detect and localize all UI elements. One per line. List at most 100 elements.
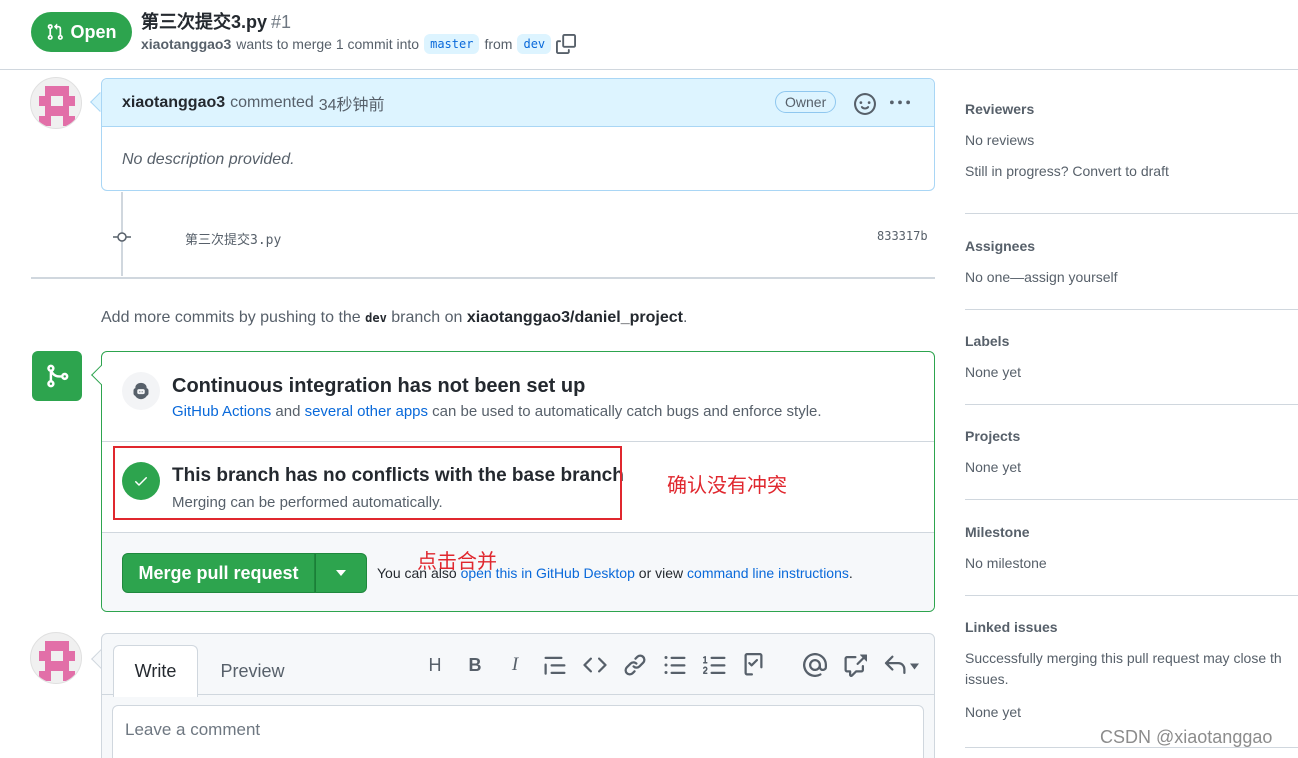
comment-action: commented bbox=[230, 93, 314, 111]
code-icon[interactable] bbox=[583, 653, 607, 677]
cross-reference-icon[interactable] bbox=[843, 653, 867, 677]
sidebar-divider bbox=[965, 499, 1298, 500]
other-apps-link[interactable]: several other apps bbox=[305, 403, 428, 420]
identicon-icon bbox=[39, 641, 75, 681]
push-hint-suffix: . bbox=[682, 309, 688, 326]
bold-icon[interactable]: B bbox=[463, 653, 487, 677]
github-actions-link[interactable]: GitHub Actions bbox=[172, 403, 271, 420]
copilot-robot-icon bbox=[133, 382, 149, 400]
heading-icon[interactable]: H bbox=[423, 653, 447, 677]
sidebar-reviewers-title[interactable]: Reviewers bbox=[965, 101, 1298, 117]
push-hint-branch: dev bbox=[365, 311, 387, 325]
push-hint: Add more commits by pushing to the dev b… bbox=[101, 309, 687, 327]
annotation-no-conflict: 确认没有冲突 bbox=[667, 475, 787, 497]
merge-alt-suffix: . bbox=[848, 565, 853, 581]
ci-rest-text: can be used to automatically catch bugs … bbox=[432, 403, 822, 420]
pr-number: #1 bbox=[271, 12, 292, 32]
ci-description: GitHub Actions and several other apps ca… bbox=[172, 403, 822, 420]
annotation-highlight-box bbox=[113, 446, 622, 520]
ci-and-text: and bbox=[275, 403, 301, 420]
sidebar-milestone-title[interactable]: Milestone bbox=[965, 524, 1298, 540]
pr-author-link[interactable]: xiaotanggao3 bbox=[141, 36, 231, 52]
head-branch[interactable]: dev bbox=[517, 34, 552, 54]
merge-status-icon-box bbox=[32, 351, 82, 401]
copy-icon[interactable] bbox=[556, 34, 577, 54]
merge-section-divider bbox=[102, 441, 934, 442]
pr-title: 第三次提交3.py #1 bbox=[141, 8, 291, 34]
kebab-horizontal-icon[interactable] bbox=[888, 93, 912, 113]
owner-badge: Owner bbox=[775, 91, 837, 113]
pr-meta: xiaotanggao3 wants to merge 1 commit int… bbox=[141, 34, 577, 54]
git-pull-request-icon bbox=[48, 23, 64, 40]
header-divider bbox=[0, 69, 1298, 70]
link-icon[interactable] bbox=[623, 653, 647, 677]
sidebar-divider bbox=[965, 404, 1298, 405]
sidebar-divider bbox=[965, 595, 1298, 596]
comment-author[interactable]: xiaotanggao3 bbox=[122, 94, 225, 112]
comment-textarea[interactable]: Leave a comment bbox=[112, 705, 924, 758]
pr-from-text: from bbox=[484, 36, 513, 52]
pr-state-badge: Open bbox=[31, 12, 132, 52]
sidebar-assignees-value[interactable]: No one—assign yourself bbox=[965, 269, 1298, 285]
ci-title: Continuous integration has not been set … bbox=[172, 375, 586, 397]
sidebar-assignees: Assignees No one—assign yourself bbox=[965, 238, 1298, 285]
comment-header: xiaotanggao3 commented 34秒钟前 Owner bbox=[102, 79, 934, 127]
merge-pull-request-button[interactable]: Merge pull request bbox=[122, 553, 315, 593]
push-hint-middle: branch on bbox=[391, 309, 463, 326]
base-branch[interactable]: master bbox=[424, 34, 480, 54]
commit-sha-link[interactable]: 833317b bbox=[877, 229, 928, 243]
sidebar-reviewers-value: No reviews bbox=[965, 132, 1035, 148]
sidebar-linked-issues: Linked issues Successfully merging this … bbox=[965, 619, 1298, 720]
sidebar-labels-title[interactable]: Labels bbox=[965, 333, 1298, 349]
tasklist-icon[interactable] bbox=[743, 653, 767, 677]
avatar[interactable] bbox=[30, 632, 82, 684]
ci-icon-circle bbox=[122, 372, 160, 410]
git-commit-icon bbox=[113, 232, 131, 242]
comment-body: No description provided. bbox=[122, 151, 295, 168]
annotation-click-merge: 点击合并 bbox=[417, 551, 497, 573]
mention-icon[interactable] bbox=[803, 653, 827, 677]
sidebar-projects-title[interactable]: Projects bbox=[965, 428, 1298, 444]
watermark: CSDN @xiaotanggao bbox=[1100, 727, 1273, 747]
ordered-list-icon[interactable] bbox=[703, 653, 727, 677]
quote-icon[interactable] bbox=[543, 653, 567, 677]
push-hint-prefix: Add more commits by pushing to the bbox=[101, 309, 361, 326]
sidebar-linked-title[interactable]: Linked issues bbox=[965, 619, 1298, 635]
merge-footer: Merge pull request You can also open thi… bbox=[102, 532, 934, 611]
convert-to-draft-link[interactable]: Still in progress? Convert to draft bbox=[965, 163, 1298, 179]
unordered-list-icon[interactable] bbox=[663, 653, 687, 677]
avatar[interactable] bbox=[30, 77, 82, 129]
sidebar-linked-desc-2: issues. bbox=[965, 671, 1009, 687]
smiley-icon[interactable] bbox=[854, 93, 876, 115]
italic-icon[interactable]: I bbox=[503, 653, 527, 677]
pr-merge-text: wants to merge 1 commit into bbox=[236, 36, 420, 52]
sidebar-divider bbox=[965, 309, 1298, 310]
pr-state-label: Open bbox=[70, 21, 117, 42]
comment-time[interactable]: 34秒钟前 bbox=[319, 91, 385, 115]
tab-write[interactable]: Write bbox=[113, 645, 198, 697]
comment-editor: Write Preview H B I Leave a comment bbox=[101, 633, 935, 758]
sidebar-labels: Labels None yet bbox=[965, 333, 1298, 380]
command-line-instructions-link[interactable]: command line instructions bbox=[687, 565, 849, 581]
sidebar-linked-value: None yet bbox=[965, 704, 1022, 720]
commit-message-link[interactable]: 第三次提交3.py bbox=[185, 229, 281, 248]
sidebar-divider bbox=[965, 213, 1298, 214]
sidebar-projects: Projects None yet bbox=[965, 428, 1298, 475]
merge-footer-divider bbox=[102, 532, 934, 533]
sidebar-milestone: Milestone No milestone bbox=[965, 524, 1298, 571]
comment-box: xiaotanggao3 commented 34秒钟前 Owner No de… bbox=[101, 78, 935, 191]
pr-title-text: 第三次提交3.py bbox=[141, 12, 268, 32]
sidebar-projects-value: None yet bbox=[965, 459, 1022, 475]
sidebar-reviewers: Reviewers No reviews Still in progress? … bbox=[965, 101, 1298, 179]
push-hint-repo: xiaotanggao3/daniel_project bbox=[466, 309, 683, 326]
sidebar-labels-value: None yet bbox=[965, 364, 1022, 380]
reply-icon[interactable] bbox=[883, 653, 919, 677]
timeline-divider bbox=[31, 277, 935, 279]
merge-method-dropdown[interactable] bbox=[315, 553, 367, 593]
sidebar-assignees-title[interactable]: Assignees bbox=[965, 238, 1298, 254]
identicon-icon bbox=[39, 86, 75, 126]
triangle-down-icon bbox=[336, 570, 346, 576]
markdown-toolbar: H B I bbox=[102, 653, 934, 677]
sidebar-linked-desc-1: Successfully merging this pull request m… bbox=[965, 650, 1282, 666]
sidebar-milestone-value: No milestone bbox=[965, 555, 1047, 571]
